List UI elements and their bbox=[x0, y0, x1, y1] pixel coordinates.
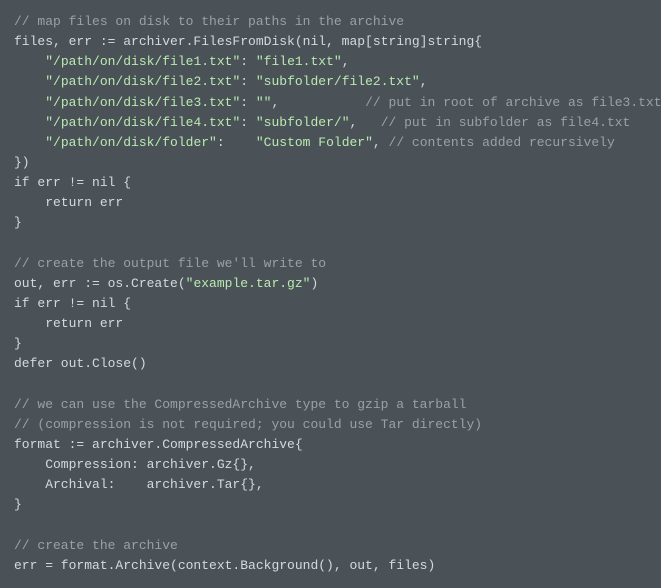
string-literal: "/path/on/disk/folder" bbox=[45, 135, 217, 150]
comment: // put in subfolder as file4.txt bbox=[381, 115, 631, 130]
punct: : bbox=[240, 74, 256, 89]
string-literal: "/path/on/disk/file3.txt" bbox=[45, 95, 240, 110]
comment: // create the archive bbox=[14, 538, 178, 553]
comment: // contents added recursively bbox=[389, 135, 615, 150]
comment: // put in root of archive as file3.txt bbox=[365, 95, 661, 110]
punct: : bbox=[240, 95, 256, 110]
code-block: // map files on disk to their paths in t… bbox=[14, 12, 647, 576]
string-literal: "file1.txt" bbox=[256, 54, 342, 69]
string-literal: "Custom Folder" bbox=[256, 135, 373, 150]
code-line: } bbox=[14, 215, 22, 230]
string-literal: "subfolder/file2.txt" bbox=[256, 74, 420, 89]
comment: // create the output file we'll write to bbox=[14, 256, 326, 271]
code-line: if err != nil { bbox=[14, 175, 131, 190]
punct: , bbox=[420, 74, 428, 89]
code-line: defer out.Close() bbox=[14, 356, 147, 371]
code-line: out, err := os.Create( bbox=[14, 276, 186, 291]
code-line: } bbox=[14, 497, 22, 512]
code-line: return err bbox=[14, 195, 123, 210]
string-literal: "/path/on/disk/file4.txt" bbox=[45, 115, 240, 130]
string-literal: "/path/on/disk/file2.txt" bbox=[45, 74, 240, 89]
punct: , bbox=[342, 54, 350, 69]
code-line: files, err := archiver.FilesFromDisk(nil… bbox=[14, 34, 482, 49]
punct: , bbox=[271, 95, 365, 110]
punct: , bbox=[373, 135, 389, 150]
code-line: format := archiver.CompressedArchive{ bbox=[14, 437, 303, 452]
string-literal: "/path/on/disk/file1.txt" bbox=[45, 54, 240, 69]
punct: ) bbox=[310, 276, 318, 291]
code-line: return err bbox=[14, 316, 123, 331]
code-line: err = format.Archive(context.Background(… bbox=[14, 558, 435, 573]
code-line: if err != nil { bbox=[14, 296, 131, 311]
punct: : bbox=[217, 135, 256, 150]
code-line: Compression: archiver.Gz{}, bbox=[14, 457, 256, 472]
code-line: } bbox=[14, 336, 22, 351]
punct: : bbox=[240, 115, 256, 130]
comment: // we can use the CompressedArchive type… bbox=[14, 397, 466, 412]
string-literal: "example.tar.gz" bbox=[186, 276, 311, 291]
comment: // (compression is not required; you cou… bbox=[14, 417, 482, 432]
punct: , bbox=[350, 115, 381, 130]
string-literal: "" bbox=[256, 95, 272, 110]
code-line: }) bbox=[14, 155, 30, 170]
code-line: Archival: archiver.Tar{}, bbox=[14, 477, 264, 492]
punct: : bbox=[240, 54, 256, 69]
comment: // map files on disk to their paths in t… bbox=[14, 14, 404, 29]
string-literal: "subfolder/" bbox=[256, 115, 350, 130]
